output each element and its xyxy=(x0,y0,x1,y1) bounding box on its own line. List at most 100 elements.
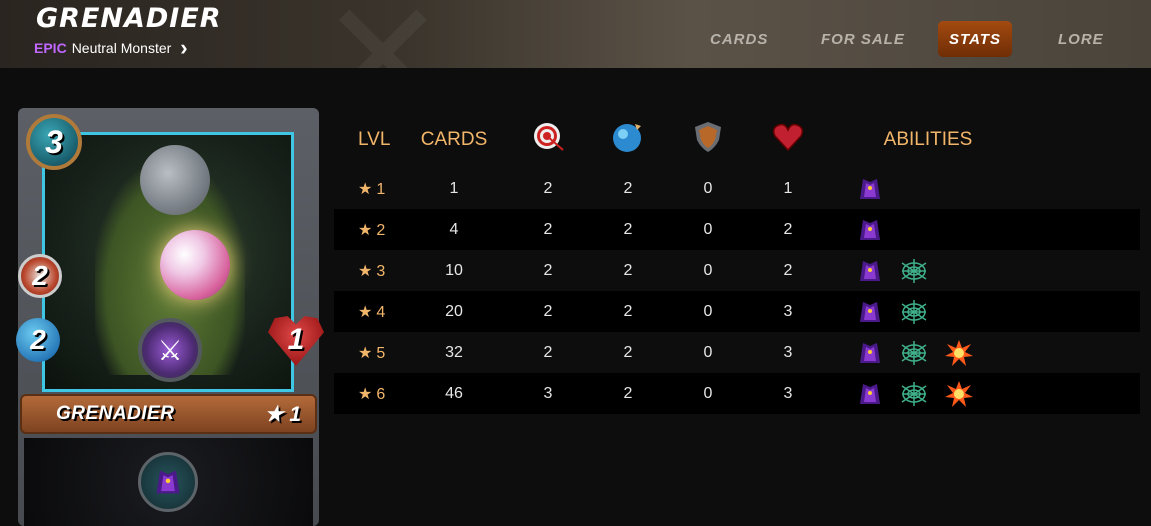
row-lvl-value: 4 xyxy=(376,303,386,321)
row-health: 2 xyxy=(783,220,793,238)
row-ranged: 3 xyxy=(543,384,553,402)
card-subtitle[interactable]: EPIC Neutral Monster › xyxy=(34,37,188,59)
row-abilities xyxy=(828,339,1140,367)
type-label: Neutral Monster xyxy=(71,40,172,56)
crossed-swords-icon: ⚔ xyxy=(138,318,202,382)
row-health: 1 xyxy=(783,179,793,197)
mana-cost: 3 xyxy=(26,114,82,170)
row-magic: 2 xyxy=(623,384,633,402)
header-abilities: ABILITIES xyxy=(883,129,973,150)
table-row: ★ 1 1 2 2 0 1 xyxy=(334,168,1140,209)
row-abilities xyxy=(828,380,1140,408)
row-lvl: ★ 4 xyxy=(334,302,400,322)
row-magic: 2 xyxy=(623,220,633,238)
stats-table: LVL CARDS ABILITIES ★ 1 1 2 2 0 1 ★ 2 4 … xyxy=(334,112,1140,414)
row-magic: 2 xyxy=(623,343,633,361)
row-cards: 32 xyxy=(445,343,463,361)
row-magic: 2 xyxy=(623,179,633,197)
header-watermark: ✕ xyxy=(320,0,446,68)
star-icon: ★ xyxy=(358,221,373,239)
blast-ability-icon[interactable] xyxy=(944,380,973,408)
header-cards: CARDS xyxy=(420,129,488,150)
star-icon: ★ xyxy=(358,303,373,321)
row-lvl: ★ 5 xyxy=(334,343,400,363)
row-magic: 2 xyxy=(623,261,633,279)
cloak-ability-icon[interactable] xyxy=(856,216,884,244)
table-row: ★ 5 32 2 2 0 3 xyxy=(334,332,1140,373)
row-armor: 0 xyxy=(703,384,713,402)
row-armor: 0 xyxy=(703,179,713,197)
page-title: GRENADIER xyxy=(36,3,222,34)
row-ranged: 2 xyxy=(543,261,553,279)
row-ranged: 2 xyxy=(543,179,553,197)
table-row: ★ 4 20 2 2 0 3 xyxy=(334,291,1140,332)
web-ability-icon[interactable] xyxy=(900,339,928,367)
row-health: 3 xyxy=(783,302,793,320)
row-lvl-value: 2 xyxy=(376,221,386,239)
page-header: ✕ GRENADIER EPIC Neutral Monster › CARDS… xyxy=(0,0,1151,68)
row-health: 3 xyxy=(783,384,793,402)
star-icon: ★ xyxy=(358,180,373,198)
row-ranged: 2 xyxy=(543,343,553,361)
shield-cloak-icon xyxy=(138,452,198,512)
monster-card: 3 2 2 1 ⚔ GRENADIER ★ 1 xyxy=(16,108,324,526)
header-lvl: LVL xyxy=(358,129,391,150)
web-ability-icon[interactable] xyxy=(900,298,928,326)
row-cards: 4 xyxy=(449,220,459,238)
card-level: ★ 1 xyxy=(264,402,301,426)
tab-lore[interactable]: LORE xyxy=(1043,21,1119,57)
cloak-ability-icon[interactable] xyxy=(856,257,884,285)
row-health: 3 xyxy=(783,343,793,361)
card-nameplate: GRENADIER ★ 1 xyxy=(20,394,317,434)
monster-head-art xyxy=(140,145,210,215)
row-magic: 2 xyxy=(623,302,633,320)
row-abilities xyxy=(828,216,1140,244)
ranged-attack-icon xyxy=(508,120,588,154)
grenade-art xyxy=(160,230,230,300)
web-ability-icon[interactable] xyxy=(900,257,928,285)
cloak-ability-icon[interactable] xyxy=(856,380,884,408)
ranged-attack-badge: 2 xyxy=(18,254,62,298)
row-armor: 0 xyxy=(703,302,713,320)
row-abilities xyxy=(828,175,1140,203)
row-armor: 0 xyxy=(703,343,713,361)
magic-attack-badge: 2 xyxy=(16,318,60,362)
row-ranged: 2 xyxy=(543,302,553,320)
row-lvl: ★ 1 xyxy=(334,179,400,199)
row-lvl-value: 6 xyxy=(376,385,386,403)
table-row: ★ 2 4 2 2 0 2 xyxy=(334,209,1140,250)
row-abilities xyxy=(828,257,1140,285)
tab-cards[interactable]: CARDS xyxy=(695,21,783,57)
row-cards: 10 xyxy=(445,261,463,279)
health-icon xyxy=(748,120,828,154)
blast-ability-icon[interactable] xyxy=(944,339,973,367)
cloak-ability-icon[interactable] xyxy=(856,298,884,326)
star-icon: ★ xyxy=(358,262,373,280)
star-icon: ★ xyxy=(358,385,373,403)
card-name: GRENADIER xyxy=(56,403,175,424)
row-lvl: ★ 2 xyxy=(334,220,400,240)
rarity-label: EPIC xyxy=(34,40,67,56)
row-lvl-value: 1 xyxy=(376,180,386,198)
row-ranged: 2 xyxy=(543,220,553,238)
armor-icon xyxy=(668,120,748,154)
web-ability-icon[interactable] xyxy=(900,380,928,408)
table-row: ★ 6 46 3 2 0 3 xyxy=(334,373,1140,414)
row-lvl-value: 5 xyxy=(376,344,386,362)
star-icon: ★ xyxy=(358,344,373,362)
cloak-ability-icon[interactable] xyxy=(856,175,884,203)
row-cards: 20 xyxy=(445,302,463,320)
tab-for-sale[interactable]: FOR SALE xyxy=(806,21,920,57)
magic-attack-icon xyxy=(588,120,668,154)
table-row: ★ 3 10 2 2 0 2 xyxy=(334,250,1140,291)
cloak-ability-icon[interactable] xyxy=(856,339,884,367)
tab-stats[interactable]: STATS xyxy=(938,21,1012,57)
row-lvl: ★ 6 xyxy=(334,384,400,404)
row-abilities xyxy=(828,298,1140,326)
chevron-right-icon[interactable]: › xyxy=(180,37,187,59)
row-armor: 0 xyxy=(703,220,713,238)
row-lvl: ★ 3 xyxy=(334,261,400,281)
row-cards: 1 xyxy=(449,179,459,197)
table-header-row: LVL CARDS ABILITIES xyxy=(334,112,1140,168)
row-armor: 0 xyxy=(703,261,713,279)
